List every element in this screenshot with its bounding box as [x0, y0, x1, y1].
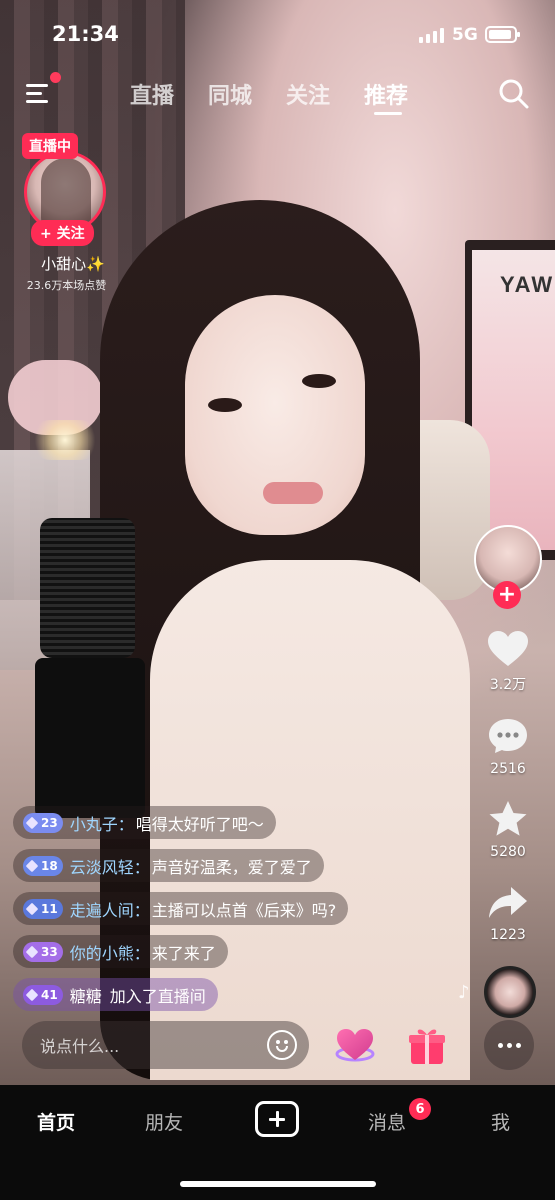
chat-username[interactable]: 云淡风轻：	[70, 854, 150, 878]
menu-notification-dot	[50, 72, 61, 83]
comment-count: 2516	[490, 761, 526, 777]
like-button[interactable]: 3.2万	[478, 630, 538, 694]
microphone-head	[40, 518, 135, 658]
microphone-mount	[35, 658, 145, 818]
home-indicator[interactable]	[180, 1181, 376, 1187]
fairy-lights	[30, 420, 100, 460]
music-disc[interactable]	[484, 966, 536, 1018]
diamond-icon	[25, 859, 39, 872]
create-post-button[interactable]	[255, 1101, 299, 1137]
tab-live[interactable]: 直播	[130, 78, 174, 110]
join-username[interactable]: 糖糖	[70, 983, 102, 1007]
share-count: 1223	[490, 927, 526, 943]
comment-input[interactable]: 说点什么...	[22, 1021, 309, 1069]
diamond-icon	[25, 988, 39, 1001]
menu-icon[interactable]	[26, 80, 52, 106]
more-options-icon[interactable]	[484, 1020, 534, 1070]
nav-messages[interactable]: 消息	[368, 1108, 406, 1135]
gift-icon[interactable]	[405, 1024, 449, 1068]
favorite-count: 5280	[490, 844, 526, 860]
signal-icon	[419, 27, 444, 43]
status-time: 21:34	[52, 22, 119, 46]
emoji-icon[interactable]	[267, 1030, 297, 1060]
join-notice: 41 糖糖 加入了直播间	[13, 978, 218, 1011]
chat-username[interactable]: 走遍人间：	[70, 897, 150, 921]
chat-message[interactable]: 11 走遍人间： 主播可以点首《后来》吗?	[13, 892, 349, 925]
diamond-icon	[25, 902, 39, 915]
microphone	[25, 518, 145, 818]
level-badge: 33	[23, 941, 63, 962]
chat-text: 声音好温柔，爱了爱了	[151, 857, 312, 877]
tab-recommended[interactable]: 推荐	[364, 78, 408, 115]
share-button[interactable]: 1223	[478, 885, 538, 943]
comment-icon	[489, 719, 527, 753]
follow-host-button[interactable]: + 关注	[31, 220, 94, 246]
host-name[interactable]: 小甜心✨	[28, 253, 118, 274]
search-icon[interactable]	[498, 78, 530, 110]
level-badge: 41	[23, 984, 63, 1005]
follow-creator-button[interactable]: +	[493, 581, 521, 609]
level-badge: 11	[23, 898, 63, 919]
music-note-icon: ♪	[458, 982, 470, 1003]
tab-following[interactable]: 关注	[286, 78, 330, 110]
favorite-button[interactable]: 5280	[478, 800, 538, 860]
live-badge: 直播中	[22, 133, 78, 159]
top-tabs: 直播 同城 关注 推荐	[130, 78, 408, 115]
comment-button[interactable]: 2516	[478, 717, 538, 777]
diamond-icon	[25, 816, 39, 829]
chat-username[interactable]: 你的小熊：	[70, 940, 150, 964]
star-icon	[489, 801, 527, 836]
battery-icon	[485, 26, 520, 43]
like-count: 3.2万	[489, 677, 527, 693]
chat-username[interactable]: 小丸子：	[70, 811, 134, 835]
chat-text: 主播可以点首《后来》吗?	[151, 900, 337, 920]
nav-home[interactable]: 首页	[37, 1108, 75, 1135]
host-likes: 23.6万本场点赞	[26, 279, 107, 292]
streamer-eye-left	[208, 398, 242, 412]
nav-friends[interactable]: 朋友	[145, 1108, 183, 1135]
poster-text: YAW	[500, 272, 555, 297]
chat-text: 来了来了	[151, 943, 216, 963]
level-badge: 23	[23, 812, 63, 833]
streamer-eye-right	[302, 374, 336, 388]
network-type: 5G	[452, 25, 478, 45]
heart-icon	[488, 631, 528, 666]
nav-me[interactable]: 我	[491, 1108, 510, 1135]
chat-text: 唱得太好听了吧～	[135, 814, 264, 834]
chat-message[interactable]: 18 云淡风轻： 声音好温柔，爱了爱了	[13, 849, 324, 882]
chat-message[interactable]: 23 小丸子： 唱得太好听了吧～	[13, 806, 276, 839]
join-text: 加入了直播间	[109, 986, 206, 1006]
heart-gift-icon[interactable]	[333, 1024, 377, 1068]
streamer-lips	[263, 482, 323, 504]
diamond-icon	[25, 945, 39, 958]
level-badge: 18	[23, 855, 63, 876]
tab-nearby[interactable]: 同城	[208, 78, 252, 110]
status-bar: 21:34 5G	[0, 0, 555, 70]
messages-badge: 6	[409, 1098, 431, 1120]
share-arrow-icon	[489, 887, 527, 918]
chat-message[interactable]: 33 你的小熊： 来了来了	[13, 935, 228, 968]
